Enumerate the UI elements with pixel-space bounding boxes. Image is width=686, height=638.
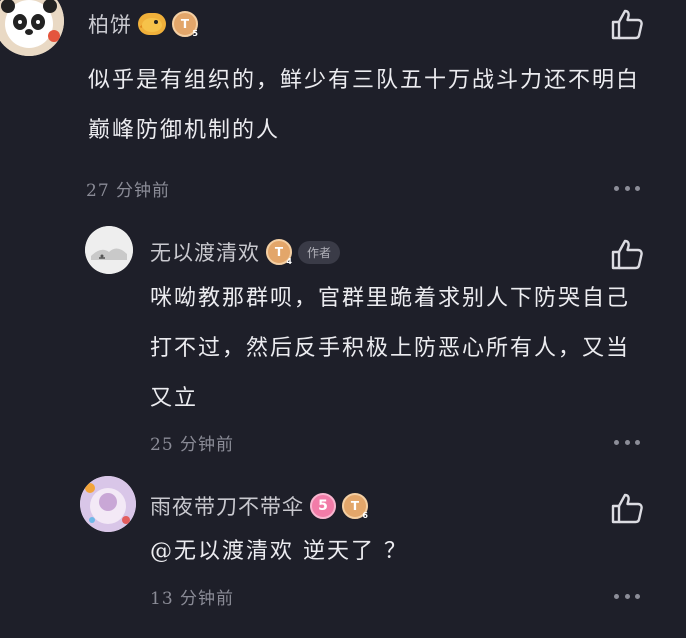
more-button[interactable] [614,184,640,192]
panda-avatar-icon [0,0,64,56]
level-badge: T5 [172,11,198,38]
landscape-avatar-icon [85,226,133,274]
thumbs-up-icon [611,9,643,40]
level-badge: T6 [342,493,368,520]
username[interactable]: 柏饼 [88,9,132,39]
username[interactable]: 无以渡清欢 [150,237,260,267]
comment-content: 咪呦教那群呗，官群里跪着求别人下防哭自己打不过，然后反手积极上防恶心所有人，又当… [150,286,631,411]
like-button[interactable] [610,238,644,270]
avatar[interactable] [80,476,136,532]
comment-time: 25 分钟前 [150,435,235,455]
character-avatar-icon [80,476,136,532]
username[interactable]: 雨夜带刀不带伞 [150,491,304,521]
comment-content: @无以渡清欢 逆天了 ？ [150,539,408,564]
level-badge: T4 [266,239,292,266]
more-button[interactable] [614,438,640,446]
thumbs-up-icon [611,239,643,270]
avatar[interactable] [0,0,64,56]
more-button[interactable] [614,592,640,600]
author-tag: 作者 [298,240,341,264]
comment-time: 13 分钟前 [150,589,235,609]
avatar[interactable] [85,226,133,274]
like-button[interactable] [610,492,644,524]
like-button[interactable] [610,8,644,40]
duck-badge-icon [138,13,166,35]
comment-time: 27 分钟前 [86,181,171,201]
pink-level-badge: 5 [310,493,336,519]
comment-content: 似乎是有组织的，鲜少有三队五十万战斗力还不明白巅峰防御机制的人 [88,68,641,143]
thumbs-up-icon [611,493,643,524]
